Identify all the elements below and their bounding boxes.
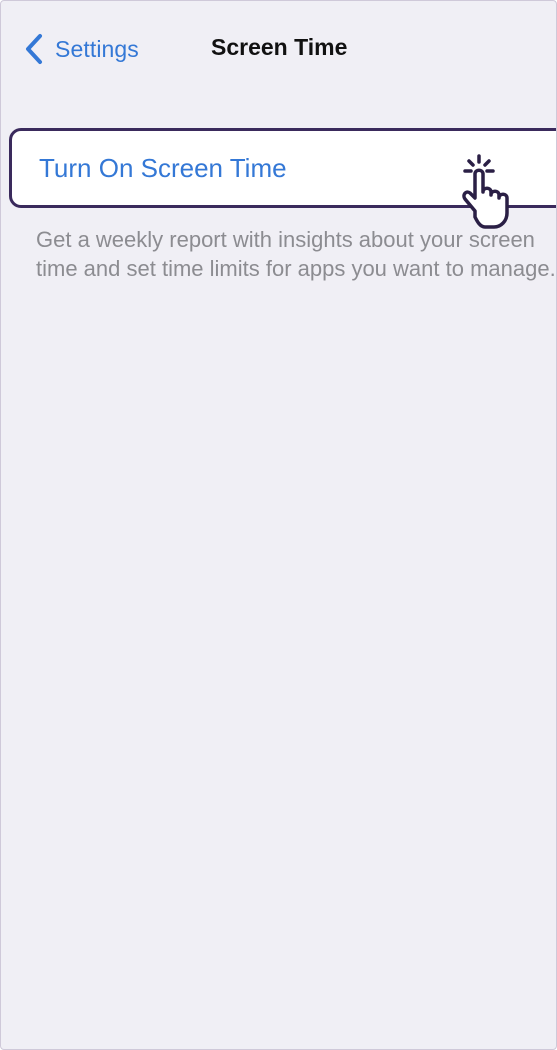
back-button[interactable]: Settings — [23, 29, 139, 69]
screen-time-description: Get a weekly report with insights about … — [36, 227, 556, 281]
page-title: Screen Time — [211, 34, 348, 60]
turn-on-screen-time-label: Turn On Screen Time — [39, 153, 287, 183]
navigation-bar: Settings Screen Time — [1, 1, 556, 97]
back-button-label: Settings — [55, 35, 139, 62]
chevron-left-icon — [26, 34, 42, 64]
screen-time-settings-screen: Settings Screen Time Turn On Screen Time… — [0, 0, 557, 1050]
tap-hand-icon — [462, 154, 509, 229]
